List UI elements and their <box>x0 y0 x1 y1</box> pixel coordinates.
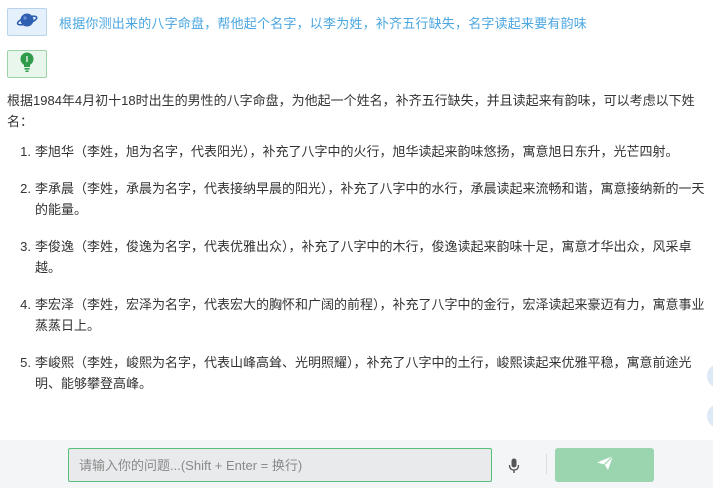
list-item: 4. 李宏泽（李姓，宏泽为名字，代表宏大的胸怀和广阔的前程），补充了八字中的金行，… <box>7 294 709 336</box>
list-item: 2. 李承晨（李姓，承晨为名字，代表接纳早晨的阳光），补充了八字中的水行，承晨读起… <box>7 178 709 220</box>
divider <box>546 454 547 474</box>
list-item-number: 3. <box>20 239 31 254</box>
list-item: 5. 李峻熙（李姓，峻熙为名字，代表山峰高耸、光明照耀），补充了八字中的土行，峻熙… <box>7 352 709 394</box>
question-input[interactable] <box>68 448 492 482</box>
chat-area: 根据你测出来的八字命盘，帮他起个名字，以李为姓，补齐五行缺失，名字读起来要有韵味… <box>0 0 713 440</box>
list-item-number: 4. <box>20 297 31 312</box>
answer-intro: 根据1984年4月初十18时出生的男性的八字命盘，为他起一个姓名，补齐五行缺失，… <box>7 93 695 129</box>
user-message: 根据你测出来的八字命盘，帮他起个名字，以李为姓，补齐五行缺失，名字读起来要有韵味 <box>7 8 587 36</box>
list-item-number: 5. <box>20 355 31 370</box>
list-item: 3. 李俊逸（李姓，俊逸为名字，代表优雅出众），补充了八字中的木行，俊逸读起来韵味… <box>7 236 709 278</box>
send-icon <box>596 455 614 476</box>
bot-avatar <box>7 50 47 78</box>
name-suggestion-list: 1. 李旭华（李姓，旭为名字，代表阳光），补充了八字中的火行，旭华读起来韵味悠扬，… <box>7 141 709 394</box>
list-item-text: 李旭华（李姓，旭为名字，代表阳光），补充了八字中的火行，旭华读起来韵味悠扬，寓意… <box>35 144 679 159</box>
bot-answer: 根据1984年4月初十18时出生的男性的八字命盘，为他起一个姓名，补齐五行缺失，… <box>7 90 709 410</box>
user-message-text: 根据你测出来的八字命盘，帮他起个名字，以李为姓，补齐五行缺失，名字读起来要有韵味 <box>59 15 588 31</box>
list-item: 1. 李旭华（李姓，旭为名字，代表阳光），补充了八字中的火行，旭华读起来韵味悠扬，… <box>7 141 709 162</box>
user-avatar <box>7 8 47 36</box>
list-item-text: 李峻熙（李姓，峻熙为名字，代表山峰高耸、光明照耀），补充了八字中的土行，峻熙读起… <box>35 355 692 391</box>
bot-message-header <box>7 50 47 78</box>
list-item-text: 李宏泽（李姓，宏泽为名字，代表宏大的胸怀和广阔的前程），补充了八字中的金行，宏泽… <box>35 297 705 333</box>
list-item-number: 1. <box>20 144 31 159</box>
list-item-text: 李承晨（李姓，承晨为名字，代表接纳早晨的阳光），补充了八字中的水行，承晨读起来流… <box>35 181 705 217</box>
lightbulb-icon <box>18 51 36 78</box>
input-bar <box>0 440 713 488</box>
list-item-text: 李俊逸（李姓，俊逸为名字，代表优雅出众），补充了八字中的木行，俊逸读起来韵味十足… <box>35 239 692 275</box>
list-item-number: 2. <box>20 181 31 196</box>
planet-icon <box>16 9 38 36</box>
microphone-icon[interactable] <box>507 457 521 475</box>
send-button[interactable] <box>555 448 654 482</box>
